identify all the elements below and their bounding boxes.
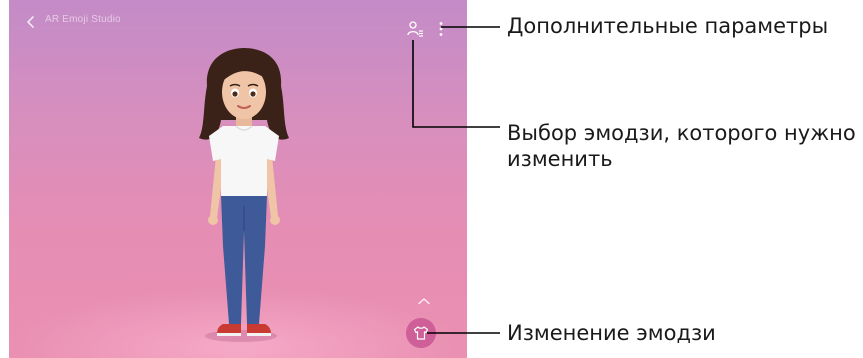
callout-select-emoji-line1: Выбор эмодзи, которого нужно xyxy=(507,121,856,145)
callout-select-emoji: Выбор эмодзи, которого нужно изменить xyxy=(507,120,856,172)
callout-lines xyxy=(412,26,500,334)
callout-line-select xyxy=(412,40,500,128)
callout-more-options: Дополнительные параметры xyxy=(507,14,829,38)
callout-edit-emoji: Изменение эмодзи xyxy=(507,321,716,345)
callout-select-emoji-line2: изменить xyxy=(507,147,613,171)
